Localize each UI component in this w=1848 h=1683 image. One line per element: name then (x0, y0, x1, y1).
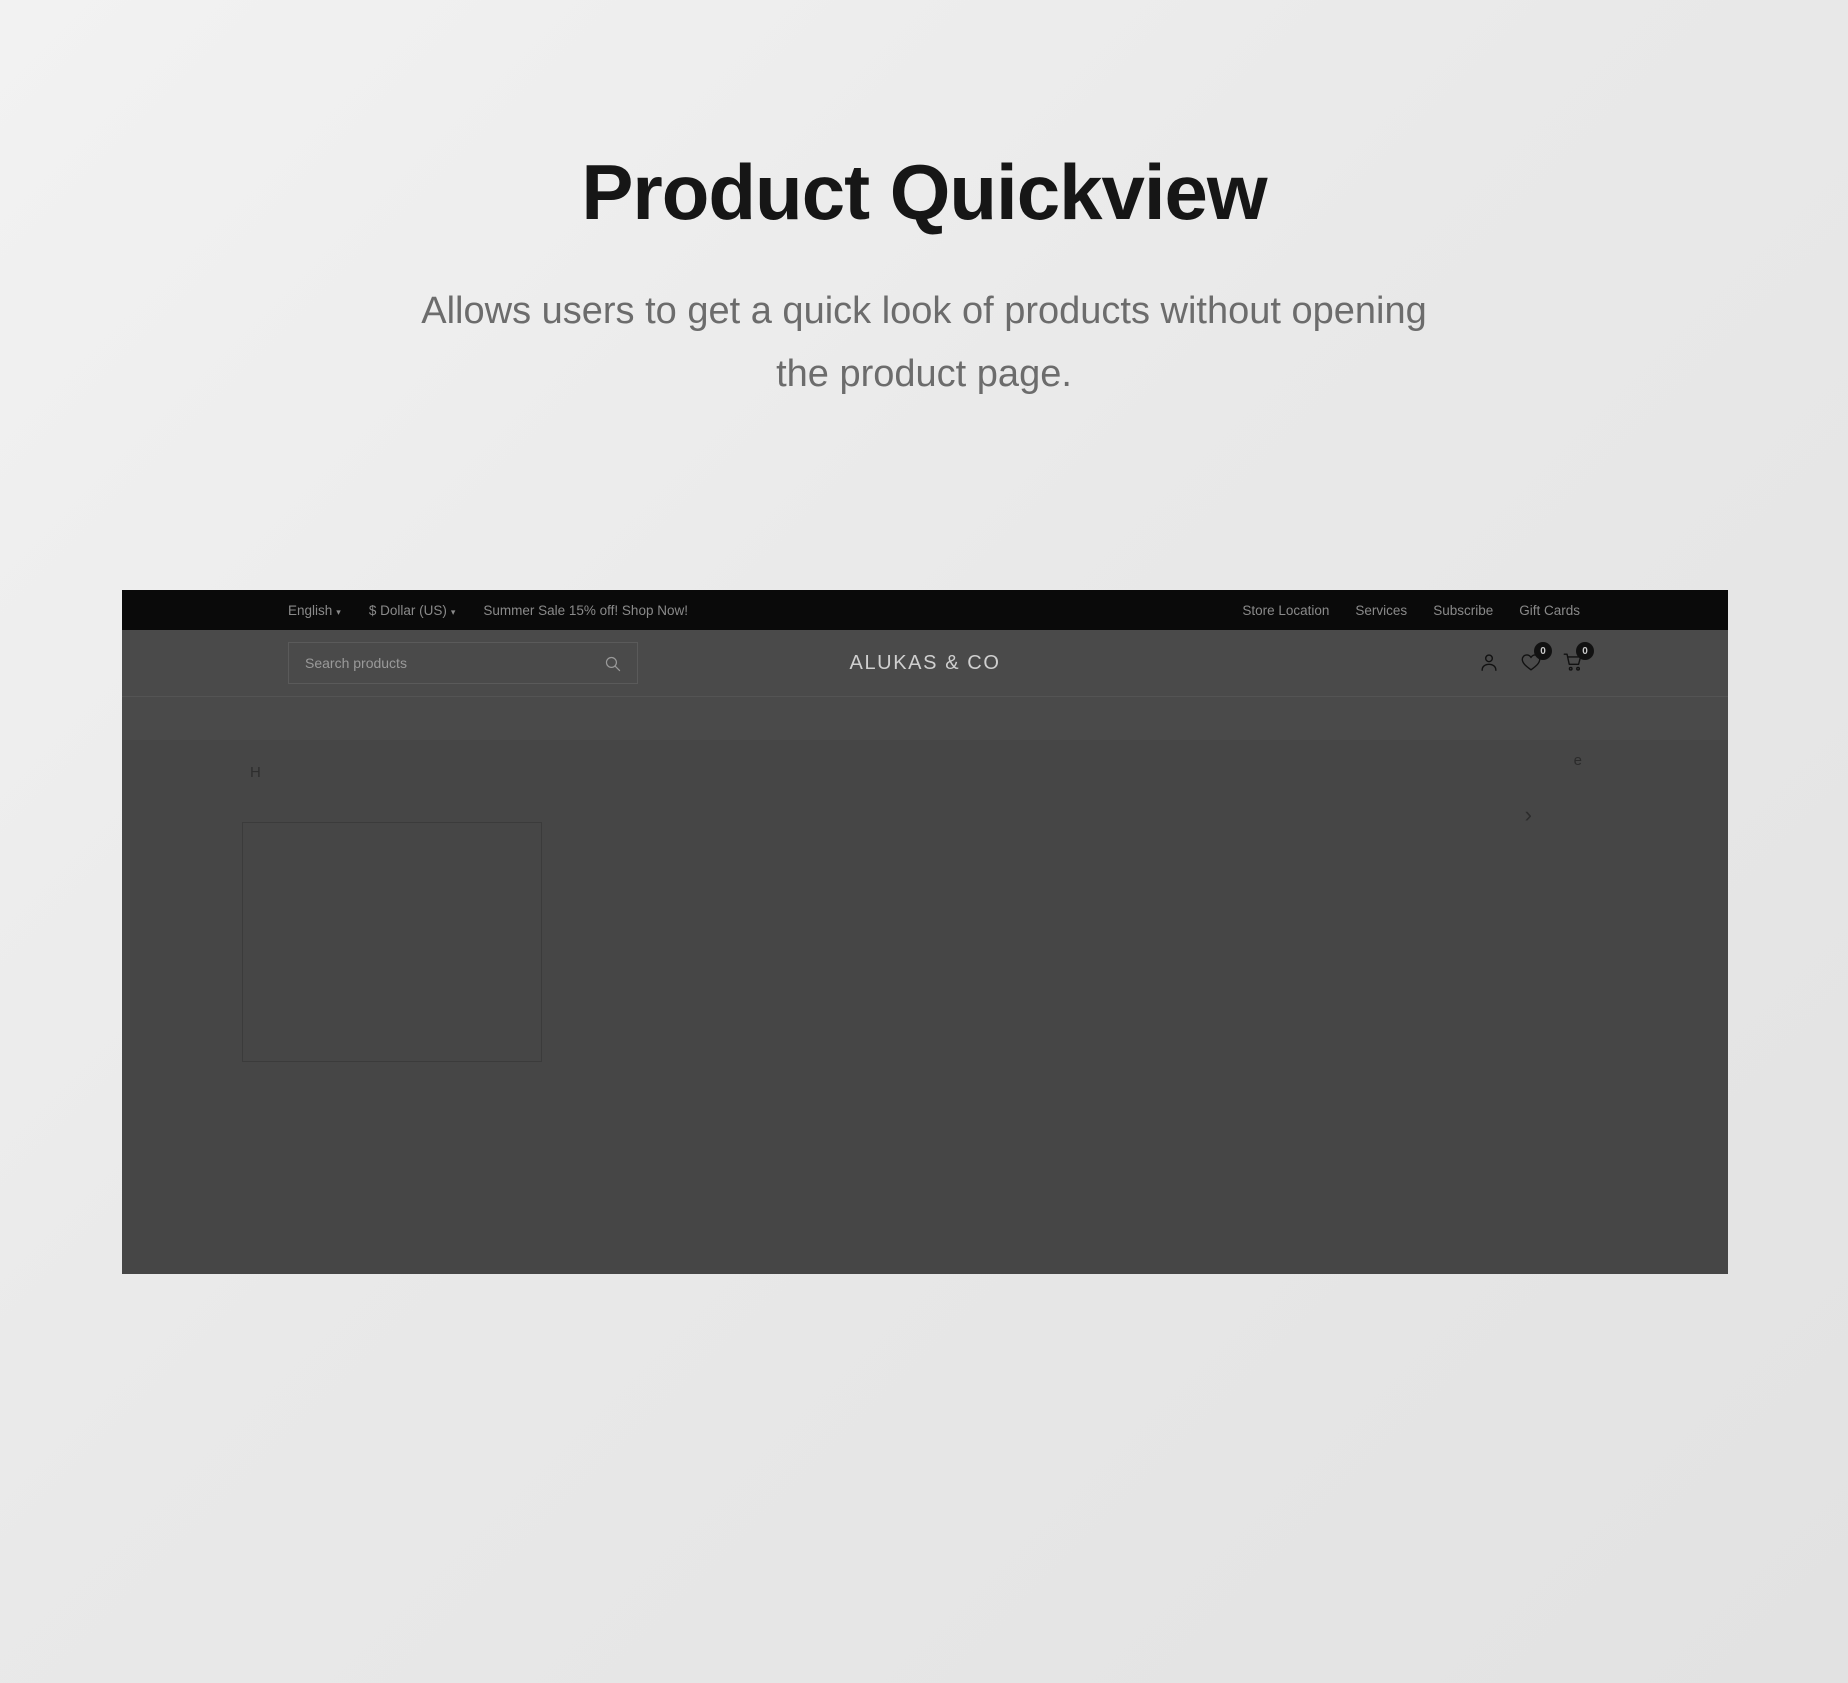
chevron-right-icon[interactable]: › (1525, 802, 1532, 828)
page-title: Product Quickview (581, 148, 1267, 236)
topbar-link-services[interactable]: Services (1355, 603, 1407, 618)
currency-selector[interactable]: $ Dollar (US) ▾ (369, 603, 456, 618)
site-header: Search products ALUKAS & CO 0 0 (122, 630, 1728, 696)
breadcrumb: H (250, 764, 262, 781)
utility-topbar: English ▾ $ Dollar (US) ▾ Summer Sale 15% … (122, 590, 1728, 630)
promo-message[interactable]: Summer Sale 15% off! Shop Now! (483, 603, 688, 618)
brand-logo[interactable]: ALUKAS & CO (850, 652, 1001, 675)
page-subtitle: Allows users to get a quick look of prod… (421, 289, 1427, 395)
primary-nav-strip (122, 696, 1728, 740)
wishlist-icon[interactable]: 0 (1520, 642, 1552, 675)
search-placeholder: Search products (305, 655, 407, 671)
topbar-link-gift-cards[interactable]: Gift Cards (1519, 603, 1580, 618)
background-text-fragment: e (1573, 752, 1582, 769)
product-gallery-thumb (242, 822, 542, 1062)
cart-icon[interactable]: 0 (1562, 642, 1594, 675)
search-icon[interactable] (604, 655, 621, 672)
search-input[interactable]: Search products (288, 642, 638, 684)
topbar-link-store-location[interactable]: Store Location (1242, 603, 1329, 618)
page-header: Product Quickview Allows users to get a … (0, 0, 1848, 406)
chevron-down-icon: ▾ (450, 606, 456, 617)
chevron-down-icon: ▾ (336, 606, 341, 617)
page-body-dimmed: H e › Free Shipping (122, 740, 1728, 1274)
wishlist-count-badge: 0 (1534, 642, 1552, 660)
account-icon[interactable] (1478, 651, 1502, 675)
cart-count-badge: 0 (1576, 642, 1594, 660)
language-selector[interactable]: English ▾ (288, 603, 341, 618)
site-preview-frame: English ▾ $ Dollar (US) ▾ Summer Sale 15% … (122, 590, 1728, 1274)
topbar-link-subscribe[interactable]: Subscribe (1433, 603, 1493, 618)
